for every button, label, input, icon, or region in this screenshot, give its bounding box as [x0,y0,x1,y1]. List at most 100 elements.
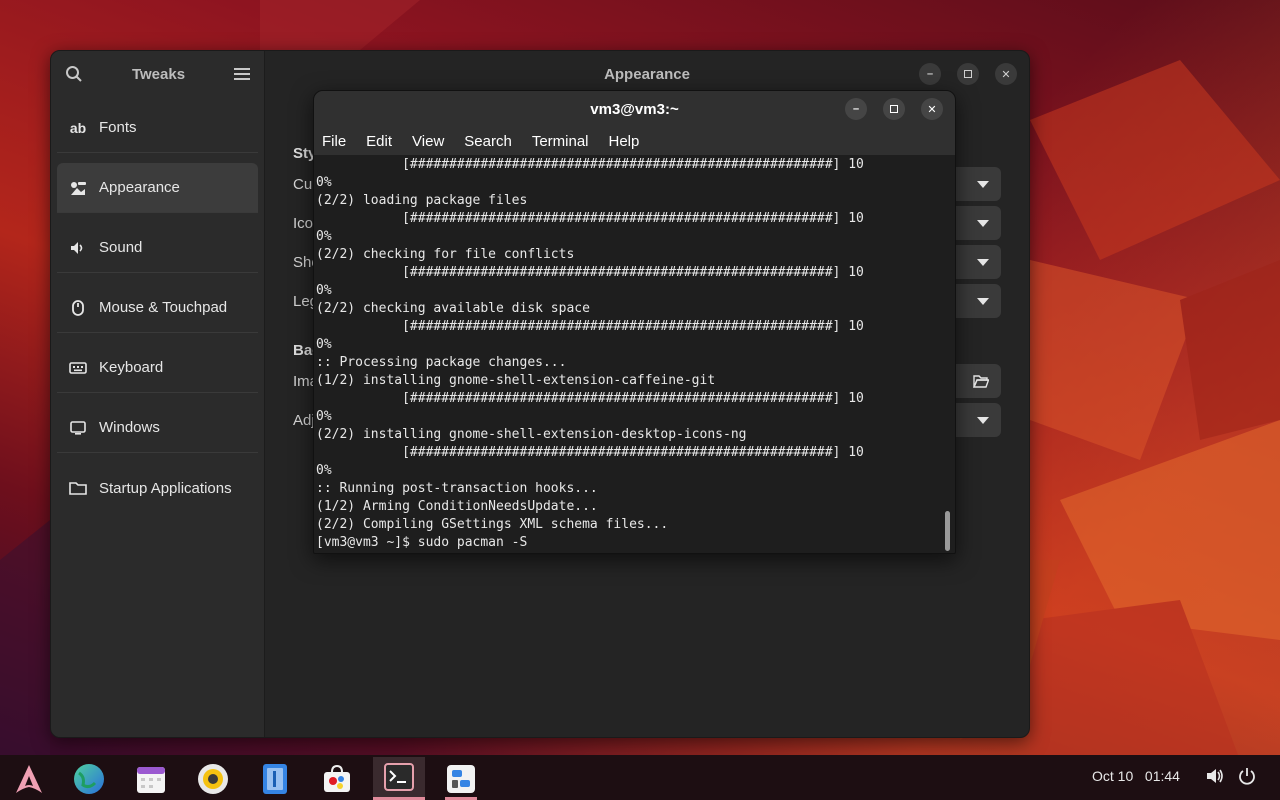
text-editor-icon [263,763,287,794]
music-player-button[interactable] [187,757,239,800]
sidebar-item-label: Fonts [99,119,137,136]
font-icon: ab [69,119,87,136]
sidebar-item-fonts[interactable]: ab Fonts [57,103,258,153]
terminal-output[interactable]: [#######################################… [316,156,941,553]
terminal-line: :: Processing package changes... [316,355,567,370]
sidebar-list: ab Fonts Appearance Sound Mouse & Touchp… [51,97,264,529]
maximize-icon [964,70,972,78]
maximize-button[interactable] [957,63,979,85]
arch-launcher-icon [16,764,42,793]
terminal-line: 0% [316,175,332,190]
terminal-line: [#######################################… [316,157,864,172]
chevron-down-icon [977,416,989,424]
speaker-icon [69,239,87,257]
open-folder-icon [973,375,989,388]
terminal-line: 0% [316,229,332,244]
monitor-icon [69,419,87,437]
minimize-icon: – [926,68,934,80]
maximize-button[interactable] [883,98,905,120]
terminal-line: 0% [316,283,332,298]
menu-edit[interactable]: Edit [366,133,400,150]
menu-search[interactable]: Search [464,133,520,150]
terminal-line: (2/2) checking for file conflicts [316,247,575,262]
tweaks-sidebar: Tweaks ab Fonts Appearance Sound Mouse &… [51,51,265,737]
clock[interactable]: Oct 10 01:44 [1092,768,1180,784]
chevron-down-icon [977,297,989,305]
system-tray [1206,767,1256,785]
sidebar-header: Tweaks [51,51,264,97]
sidebar-item-label: Keyboard [99,359,164,376]
close-icon: ✕ [927,103,937,116]
terminal-line: (2/2) loading package files [316,193,528,208]
terminal-icon [384,763,414,791]
appearance-icon [69,179,87,197]
terminal-line: (1/2) Arming ConditionNeedsUpdate... [316,499,598,514]
sidebar-item-label: Mouse & Touchpad [99,299,228,316]
minimize-button[interactable]: – [845,98,867,120]
sidebar-item-label: Windows [99,419,160,436]
hamburger-menu-icon[interactable] [234,67,250,81]
terminal-line: (2/2) installing gnome-shell-extension-d… [316,427,747,442]
menu-terminal[interactable]: Terminal [532,133,597,150]
chevron-down-icon [977,219,989,227]
terminal-line: [#######################################… [316,319,864,334]
sidebar-item-mouse-touchpad[interactable]: Mouse & Touchpad [57,283,258,333]
browser-icon [74,763,104,794]
tweaks-button[interactable] [435,757,487,800]
terminal-line: [#######################################… [316,265,864,280]
tweaks-icon [447,764,475,793]
calendar-button[interactable] [125,757,177,800]
sidebar-item-keyboard[interactable]: Keyboard [57,343,258,393]
software-store-button[interactable] [311,757,363,800]
power-icon[interactable] [1238,767,1256,785]
taskbar: Oct 10 01:44 [0,755,1280,800]
row-label-icons: Ico [293,215,314,232]
terminal-line: [#######################################… [316,391,864,406]
sidebar-title: Tweaks [131,65,186,83]
row-label-adjustment: Adj [293,412,315,429]
arch-launcher-button[interactable] [3,757,55,800]
folder-icon [69,479,87,497]
maximize-icon [890,105,898,113]
chevron-down-icon [977,180,989,188]
keyboard-icon [69,359,87,377]
terminal-line: :: Running post-transaction hooks... [316,481,598,496]
terminal-line: (2/2) Compiling GSettings XML schema fil… [316,517,669,532]
search-icon[interactable] [65,65,83,83]
menu-view[interactable]: View [412,133,452,150]
sidebar-item-startup-applications[interactable]: Startup Applications [57,463,258,513]
menu-file[interactable]: File [322,133,354,150]
minimize-button[interactable]: – [919,63,941,85]
terminal-menubar: File Edit View Search Terminal Help [314,127,955,155]
clock-time: 01:44 [1144,768,1180,784]
close-button[interactable]: ✕ [995,63,1017,85]
terminal-window: vm3@vm3:~ – ✕ File Edit View Search Term… [313,90,956,554]
terminal-button[interactable] [373,757,425,800]
close-icon: ✕ [1001,68,1011,81]
chevron-down-icon [977,258,989,266]
close-button[interactable]: ✕ [921,98,943,120]
terminal-scrollbar[interactable] [945,511,950,551]
terminal-line: [#######################################… [316,445,864,460]
sidebar-item-sound[interactable]: Sound [57,223,258,273]
calendar-icon [137,766,165,793]
sidebar-item-label: Appearance [99,179,180,196]
sidebar-item-label: Sound [99,239,143,256]
terminal-line: [vm3@vm3 ~]$ sudo pacman -S [316,535,528,550]
page-title: Appearance [604,65,690,83]
terminal-line: 0% [316,463,332,478]
terminal-line: 0% [316,409,332,424]
terminal-line: (1/2) installing gnome-shell-extension-c… [316,373,716,388]
music-player-icon [198,763,228,794]
browser-button[interactable] [63,757,115,800]
terminal-window-controls: – ✕ [845,98,943,120]
mouse-icon [69,299,87,317]
menu-help[interactable]: Help [609,133,648,150]
sidebar-item-windows[interactable]: Windows [57,403,258,453]
terminal-line: [#######################################… [316,211,864,226]
terminal-titlebar[interactable]: vm3@vm3:~ – ✕ [314,91,955,127]
sidebar-item-appearance[interactable]: Appearance [57,163,258,213]
terminal-title: vm3@vm3:~ [590,100,679,118]
volume-icon[interactable] [1206,767,1224,785]
text-editor-button[interactable] [249,757,301,800]
